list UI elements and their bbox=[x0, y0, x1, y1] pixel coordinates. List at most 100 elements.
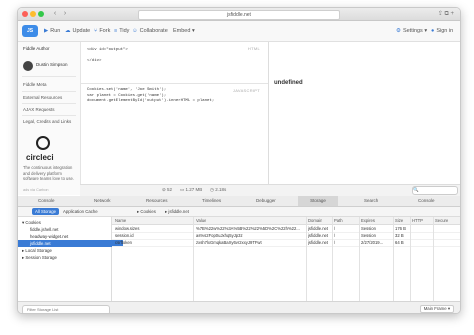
sidebar-item-external-resources[interactable]: External Resources bbox=[23, 95, 62, 100]
run-button[interactable]: ▶ Run bbox=[44, 25, 60, 37]
sidebar-item-ajax-requests[interactable]: AJAX Requests bbox=[23, 107, 55, 112]
editor-status-bar: ⊘ 52 ▭ 1.27 MB ◷ 2.18s 🔍 bbox=[80, 184, 460, 196]
html-pane-label: HTML bbox=[247, 46, 260, 51]
tree-item-jsfiddle[interactable]: jsfiddle.net bbox=[18, 240, 123, 247]
storage-filter-bar: All Storage Application Cache ▸ Cookies … bbox=[18, 207, 460, 217]
column-divider[interactable] bbox=[393, 217, 394, 301]
back-icon[interactable]: ‹ bbox=[50, 10, 60, 18]
inspector-tab-bar: Console Network Resources Timelines Debu… bbox=[18, 196, 460, 207]
cell-value: as%s2Fop0uJxhq5yJp3z bbox=[196, 233, 243, 238]
html-editor[interactable]: HTML <div id="output"> </div> bbox=[81, 42, 268, 82]
sponsor-text: The continuous integration and delivery … bbox=[23, 165, 74, 181]
fiddle-author-heading: Fiddle Author bbox=[23, 46, 50, 51]
title-bar: ‹ › jsfiddle.net ⇪ ⧉ + bbox=[18, 8, 460, 21]
divider bbox=[22, 103, 76, 104]
cell-path: / bbox=[334, 233, 336, 238]
memory-usage: ▭ 1.27 MB bbox=[180, 187, 203, 192]
address-bar[interactable]: jsfiddle.net bbox=[138, 10, 340, 20]
sidebar-item-fiddle-meta[interactable]: Fiddle Meta bbox=[23, 82, 47, 87]
browser-window: ‹ › jsfiddle.net ⇪ ⧉ + JS ▶ Run ☁ Update ⑂… bbox=[17, 7, 461, 314]
tab-resources[interactable]: Resources bbox=[146, 196, 168, 206]
column-divider[interactable] bbox=[410, 217, 411, 301]
sign-in-button[interactable]: ● Sign in bbox=[431, 25, 453, 37]
column-http[interactable]: HTTP bbox=[412, 217, 423, 224]
author-name[interactable]: Dustin Simpson bbox=[36, 62, 68, 67]
tree-item-headway-widget[interactable]: headway-widget.net bbox=[18, 233, 123, 240]
inspector-footer: Main Frame ▾ bbox=[18, 301, 460, 313]
tab-console-right[interactable]: Console bbox=[418, 196, 435, 206]
minimize-window-button[interactable] bbox=[30, 11, 36, 17]
table-header: Name Value Domain Path Expires Size HTTP… bbox=[112, 217, 460, 225]
cell-size: 32 B bbox=[395, 233, 404, 238]
result-panel[interactable]: undefined bbox=[269, 42, 460, 195]
tree-item-cookies[interactable]: ▾ Cookies bbox=[18, 219, 115, 226]
application-cache-chip[interactable]: Application Cache bbox=[60, 208, 101, 215]
sidebar-item-legal[interactable]: Legal, Credits and Links bbox=[23, 119, 71, 124]
column-path[interactable]: Path bbox=[334, 217, 343, 224]
javascript-code[interactable]: Cookies.set('name', 'Joe Smith'); var pl… bbox=[87, 88, 214, 105]
tidy-icon: ≡ bbox=[114, 28, 118, 34]
jsfiddle-logo[interactable]: JS bbox=[22, 25, 38, 37]
cloud-icon: ☁ bbox=[65, 28, 71, 34]
ads-note[interactable]: ads via Carbon bbox=[23, 188, 49, 192]
tab-search[interactable]: Search bbox=[364, 196, 378, 206]
collaborate-button[interactable]: ☺ Collaborate bbox=[132, 25, 168, 37]
html-code[interactable]: <div id="output"> </div> bbox=[87, 48, 128, 65]
search-icon[interactable]: 🔍 bbox=[412, 186, 458, 195]
update-button[interactable]: ☁ Update bbox=[65, 25, 90, 37]
column-value[interactable]: Value bbox=[196, 217, 206, 224]
zoom-window-button[interactable] bbox=[38, 11, 44, 17]
all-storage-chip[interactable]: All Storage bbox=[32, 208, 60, 215]
settings-button[interactable]: ⚙ Settings ▾ bbox=[396, 25, 427, 37]
tab-network[interactable]: Network bbox=[94, 196, 111, 206]
user-icon: ● bbox=[431, 28, 435, 34]
embed-button[interactable]: Embed ▾ bbox=[173, 25, 195, 37]
cell-expires: Session bbox=[361, 233, 376, 238]
browser-action-icons[interactable]: ⇪ ⧉ + bbox=[438, 10, 454, 18]
tab-timelines[interactable]: Timelines bbox=[202, 196, 221, 206]
fiddle-toolbar: JS ▶ Run ☁ Update ⑂ Fork ≡ Tidy ☺ Collaborate… bbox=[18, 21, 460, 42]
filter-storage-input[interactable] bbox=[22, 305, 110, 313]
column-divider[interactable] bbox=[433, 217, 434, 301]
divider bbox=[22, 115, 76, 116]
column-divider[interactable] bbox=[306, 217, 307, 301]
cell-domain: jsfiddle.net bbox=[308, 233, 329, 238]
tree-item-local-storage[interactable]: ▸ Local Storage bbox=[18, 247, 115, 254]
cell-value: zxsh7lxGmqkaBaXy6vr2xxyJ9TFwt bbox=[196, 240, 262, 245]
cell-size: 64 B bbox=[395, 240, 404, 245]
cell-domain: jsfiddle.net bbox=[308, 226, 329, 231]
forward-icon[interactable]: › bbox=[60, 10, 70, 18]
cell-path: / bbox=[334, 226, 336, 231]
cell-domain: jsfiddle.net bbox=[308, 240, 329, 245]
column-secure[interactable]: Secure bbox=[435, 217, 448, 224]
cell-expires: Session bbox=[361, 226, 376, 231]
tidy-button[interactable]: ≡ Tidy bbox=[114, 25, 129, 37]
tab-storage[interactable]: Storage bbox=[298, 196, 338, 206]
close-window-button[interactable] bbox=[22, 11, 28, 17]
column-divider[interactable] bbox=[332, 217, 333, 301]
fork-button[interactable]: ⑂ Fork bbox=[94, 25, 110, 37]
javascript-editor[interactable]: JAVASCRIPT Cookies.set('name', 'Joe Smit… bbox=[81, 84, 268, 182]
tree-item-fiddle-jshell[interactable]: fiddle.jshell.net bbox=[18, 226, 123, 233]
fork-icon: ⑂ bbox=[94, 28, 98, 34]
sidebar: Fiddle Author Dustin Simpson Fiddle Meta… bbox=[18, 42, 81, 195]
column-divider[interactable] bbox=[193, 217, 194, 301]
column-expires[interactable]: Expires bbox=[361, 217, 375, 224]
column-divider[interactable] bbox=[359, 217, 360, 301]
table-row[interactable]: csrftoken zxsh7lxGmqkaBaXy6vr2xxyJ9TFwt … bbox=[112, 239, 460, 247]
breadcrumb-cookies[interactable]: ▸ Cookies bbox=[134, 208, 159, 215]
cell-name: window.sizes bbox=[115, 226, 140, 231]
tab-console[interactable]: Console bbox=[38, 196, 55, 206]
column-domain[interactable]: Domain bbox=[308, 217, 322, 224]
sponsor-name[interactable]: circleci bbox=[26, 153, 54, 162]
tree-item-session-storage[interactable]: ▸ Session Storage bbox=[18, 254, 115, 261]
breadcrumb-domain[interactable]: ▸ jsfiddle.net bbox=[162, 208, 192, 215]
load-time: ◷ 2.18s bbox=[210, 187, 227, 192]
error-count[interactable]: ⊘ 52 bbox=[162, 187, 172, 193]
avatar[interactable] bbox=[23, 61, 33, 71]
frame-select[interactable]: Main Frame ▾ bbox=[419, 305, 454, 313]
tab-debugger[interactable]: Debugger bbox=[256, 196, 276, 206]
circleci-logo-icon[interactable] bbox=[36, 136, 50, 150]
column-name[interactable]: Name bbox=[115, 217, 126, 224]
column-size[interactable]: Size bbox=[395, 217, 403, 224]
